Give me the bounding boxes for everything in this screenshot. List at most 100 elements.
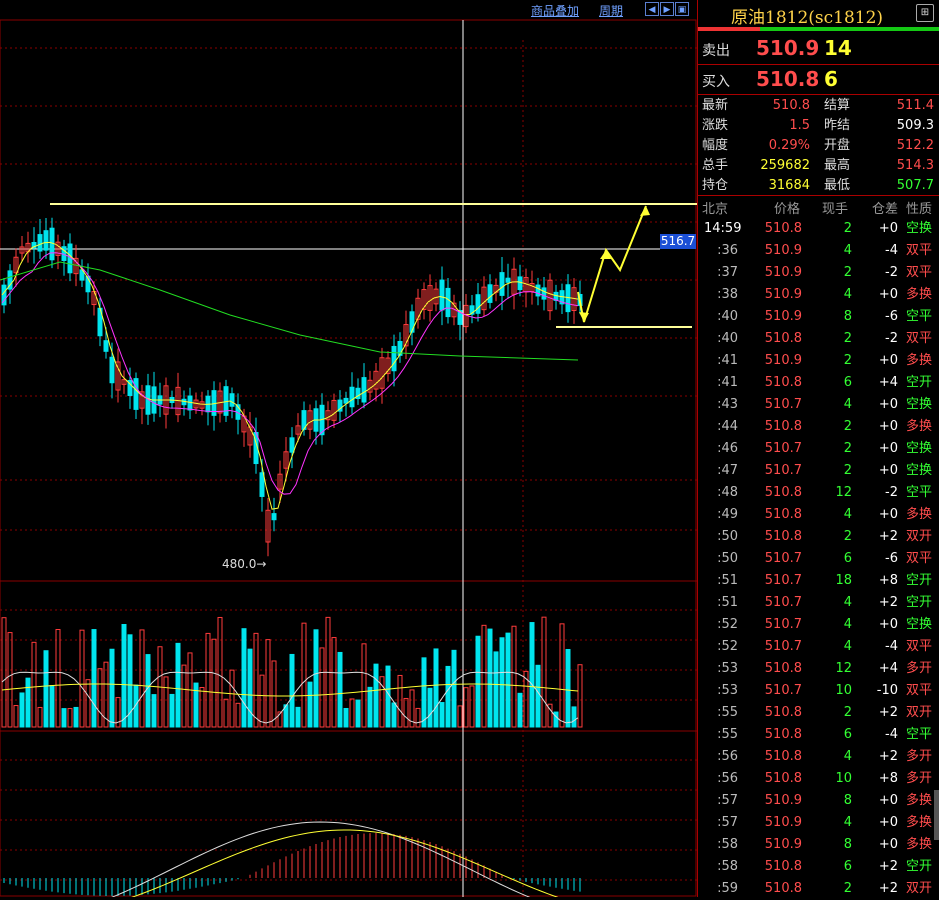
trade-type: 空开 xyxy=(906,859,933,874)
trade-time: :37 xyxy=(717,265,738,280)
trade-row[interactable]: :57 510.9 8 +0 多换 xyxy=(698,790,939,812)
trade-row[interactable]: :53 510.7 10 -10 双平 xyxy=(698,680,939,702)
volume-bar xyxy=(211,638,217,728)
trade-oi-change: +4 xyxy=(878,661,898,676)
volume-bar xyxy=(235,702,241,728)
candle-body xyxy=(289,437,295,453)
trade-row[interactable]: :57 510.9 4 +0 多换 xyxy=(698,812,939,834)
trade-row[interactable]: :50 510.7 6 -6 双平 xyxy=(698,548,939,570)
expand-icon[interactable]: ▣ xyxy=(675,2,689,16)
stat-value: 1.5 xyxy=(789,118,810,133)
trade-price: 510.9 xyxy=(764,353,802,368)
volume-bar xyxy=(139,629,145,728)
trade-row[interactable]: :46 510.7 2 +0 空换 xyxy=(698,438,939,460)
candle-body xyxy=(349,386,355,408)
trade-oi-change: -4 xyxy=(885,243,898,258)
volume-bar xyxy=(337,651,343,728)
trade-price: 510.9 xyxy=(764,793,802,808)
volume-bar xyxy=(433,648,439,728)
trade-row[interactable]: :56 510.8 10 +8 多开 xyxy=(698,768,939,790)
trade-row[interactable]: :41 510.9 2 +0 多换 xyxy=(698,350,939,372)
trade-volume: 2 xyxy=(843,419,852,434)
trade-type: 多换 xyxy=(906,287,933,302)
trade-price: 510.7 xyxy=(764,441,802,456)
trade-time: :40 xyxy=(717,309,738,324)
candle-body xyxy=(271,513,277,521)
current-price-label: 516.7 xyxy=(660,234,696,249)
trade-row[interactable]: :41 510.8 6 +4 空开 xyxy=(698,372,939,394)
trade-row[interactable]: :47 510.7 2 +0 空换 xyxy=(698,460,939,482)
trade-volume: 2 xyxy=(843,353,852,368)
volume-bar xyxy=(331,637,337,728)
trade-row[interactable]: :52 510.7 4 +0 空换 xyxy=(698,614,939,636)
trade-oi-change: +0 xyxy=(878,463,898,478)
trade-volume: 4 xyxy=(843,243,852,258)
trade-row[interactable]: :48 510.8 12 -2 空平 xyxy=(698,482,939,504)
trade-row[interactable]: :37 510.9 2 -2 双平 xyxy=(698,262,939,284)
volume-bar xyxy=(385,665,391,728)
stat-value: 514.3 xyxy=(896,158,934,173)
trade-volume: 2 xyxy=(843,265,852,280)
volume-bar xyxy=(415,707,421,728)
trade-time: :52 xyxy=(717,617,738,632)
volume-bar xyxy=(511,625,517,728)
trade-row[interactable]: :40 510.8 2 -2 双平 xyxy=(698,328,939,350)
trade-row[interactable]: :44 510.8 2 +0 多换 xyxy=(698,416,939,438)
trade-row[interactable]: :43 510.7 4 +0 空换 xyxy=(698,394,939,416)
arrow-right-icon[interactable]: ▶ xyxy=(660,2,674,16)
trade-row[interactable]: :51 510.7 4 +2 空开 xyxy=(698,592,939,614)
candle-body xyxy=(133,378,139,410)
stat-label: 总手 xyxy=(702,158,729,173)
volume-bar xyxy=(481,624,487,728)
trade-row[interactable]: :49 510.8 4 +0 多换 xyxy=(698,504,939,526)
volume-bar xyxy=(13,705,19,728)
trade-row[interactable]: :51 510.7 18 +8 空开 xyxy=(698,570,939,592)
trade-row[interactable]: :58 510.9 8 +0 多换 xyxy=(698,834,939,856)
volume-bar xyxy=(205,632,211,728)
trade-type: 空平 xyxy=(906,727,933,742)
trade-row[interactable]: :56 510.8 4 +2 多开 xyxy=(698,746,939,768)
trade-row[interactable]: :53 510.8 12 +4 多开 xyxy=(698,658,939,680)
candle-body xyxy=(445,287,451,318)
volume-bar xyxy=(487,628,493,728)
trade-price: 510.9 xyxy=(764,309,802,324)
trade-oi-change: +4 xyxy=(878,375,898,390)
trade-row[interactable]: :40 510.9 8 -6 空平 xyxy=(698,306,939,328)
volume-bar xyxy=(1,617,7,728)
kline-chart[interactable] xyxy=(0,0,697,897)
trade-type: 双开 xyxy=(906,529,933,544)
trade-volume: 8 xyxy=(843,793,852,808)
trade-row[interactable]: :50 510.8 2 +2 双开 xyxy=(698,526,939,548)
kline-chart-area[interactable]: 商品叠加 周期 ◀ ▶ ▣ 516.7 480.0→ xyxy=(0,0,697,897)
trade-row[interactable]: 14:59 510.8 2 +0 空换 xyxy=(698,218,939,240)
volume-bar xyxy=(43,650,49,728)
volume-bar xyxy=(343,707,349,728)
trade-row[interactable]: :38 510.9 4 +0 多换 xyxy=(698,284,939,306)
trade-price: 510.8 xyxy=(764,771,802,786)
period-link[interactable]: 周期 xyxy=(599,2,623,19)
stat-label: 结算 xyxy=(824,98,851,113)
volume-bar xyxy=(463,687,469,728)
trade-time: :36 xyxy=(717,243,738,258)
trade-oi-change: +0 xyxy=(878,353,898,368)
volume-bar xyxy=(19,692,25,728)
trade-oi-change: +8 xyxy=(878,771,898,786)
trade-row[interactable]: :55 510.8 6 -4 空平 xyxy=(698,724,939,746)
volume-bar xyxy=(541,616,547,728)
trade-price: 510.7 xyxy=(764,551,802,566)
volume-bar xyxy=(37,706,43,728)
volume-bar xyxy=(151,694,157,728)
candle-body xyxy=(487,284,493,303)
settings-icon[interactable]: ⊞ xyxy=(916,4,934,22)
overlay-link[interactable]: 商品叠加 xyxy=(531,2,579,19)
candle-body xyxy=(505,277,511,283)
scrollbar-thumb[interactable] xyxy=(934,790,939,840)
trade-row[interactable]: :58 510.8 6 +2 空开 xyxy=(698,856,939,878)
trade-row[interactable]: :55 510.8 2 +2 双开 xyxy=(698,702,939,724)
arrow-left-icon[interactable]: ◀ xyxy=(645,2,659,16)
volume-bar xyxy=(421,657,427,728)
trade-row[interactable]: :52 510.7 4 -4 双平 xyxy=(698,636,939,658)
header-time: 北京 xyxy=(702,202,729,217)
trade-row[interactable]: :36 510.9 4 -4 双平 xyxy=(698,240,939,262)
trade-oi-change: -4 xyxy=(885,727,898,742)
